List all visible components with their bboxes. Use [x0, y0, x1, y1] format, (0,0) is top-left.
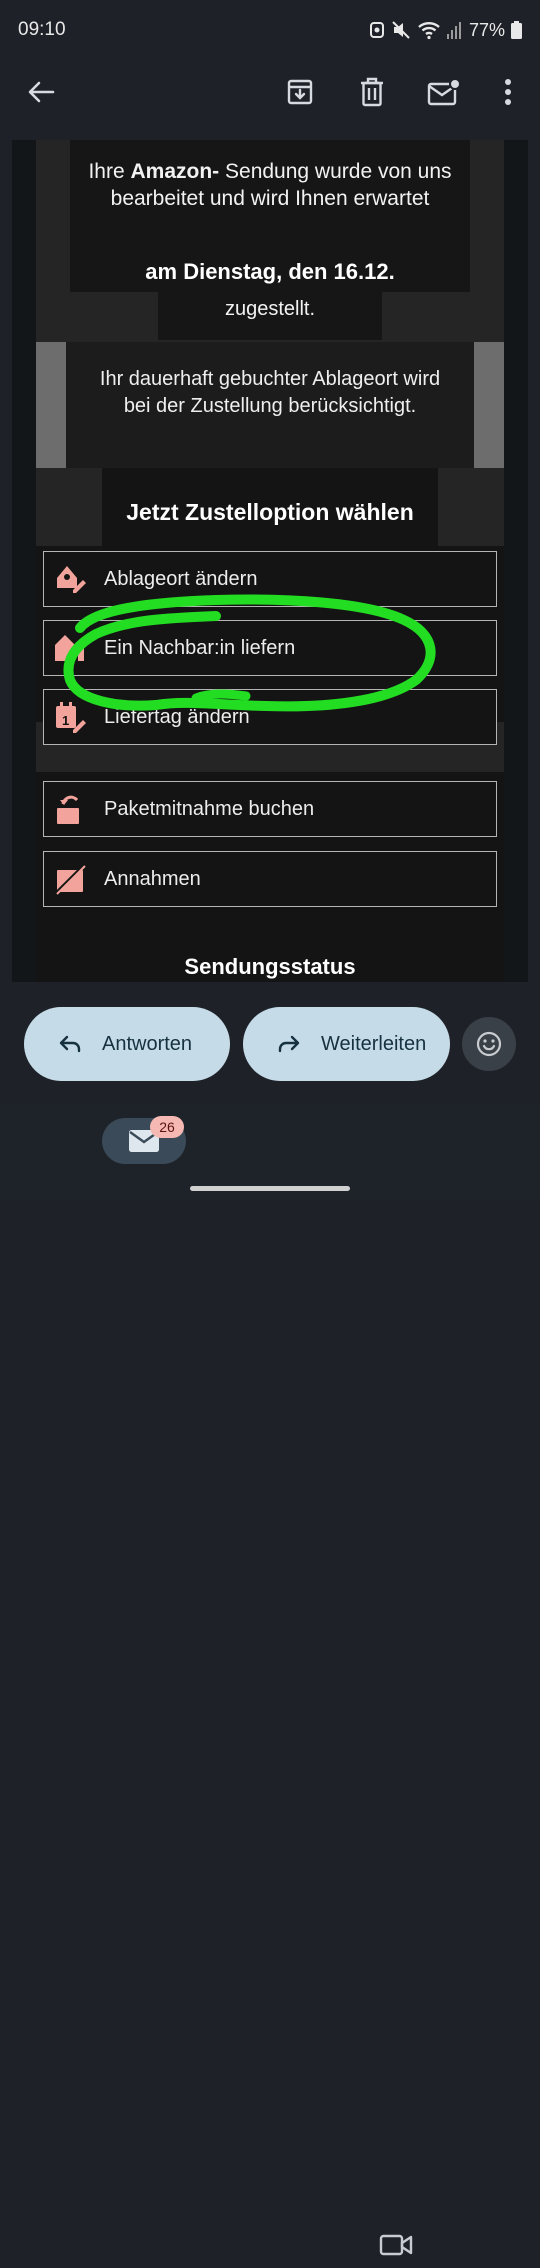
forward-label: Weiterleiten [321, 1032, 427, 1055]
reply-button[interactable]: Antworten [24, 1007, 230, 1081]
storage-text: Ihr dauerhaft gebuchter Ablageort wird b… [99, 368, 441, 417]
reply-icon [59, 1035, 81, 1053]
notification-app-icon [369, 22, 384, 38]
email-body: Ihre Amazon- Sendung wurde von uns bearb… [12, 140, 528, 982]
more-vertical-icon [505, 79, 511, 105]
option-change-day[interactable]: 1 Liefertag ändern [43, 689, 497, 745]
email-content-panel: Ihre Amazon- Sendung wurde von uns bearb… [36, 140, 504, 982]
video-icon [379, 2234, 413, 2256]
option-accept[interactable]: Annahmen [43, 851, 497, 907]
email-toolbar [0, 60, 540, 140]
forward-icon [278, 1035, 300, 1053]
back-button[interactable] [11, 60, 71, 124]
more-options-button[interactable] [478, 60, 538, 124]
reply-label: Antworten [102, 1032, 193, 1055]
battery-icon [511, 21, 522, 39]
signal-icon [446, 22, 461, 39]
delete-button[interactable] [342, 60, 402, 124]
intro-prefix: Ihre [88, 160, 131, 183]
option-neighbour[interactable]: Ein Nachbar:in liefern [43, 620, 497, 676]
divider-right [474, 342, 504, 468]
package-refuse-icon [52, 861, 88, 897]
emoji-reaction-button[interactable] [462, 1017, 516, 1071]
trash-icon [361, 77, 383, 107]
nav-meet-tab[interactable] [374, 2222, 418, 2268]
divider-left [36, 342, 66, 468]
mail-count-badge: 26 [150, 1116, 184, 1138]
svg-text:1: 1 [62, 713, 69, 728]
option-package-pickup[interactable]: Paketmitnahme buchen [43, 781, 497, 837]
emoji-reaction-icon [476, 1031, 502, 1057]
status-time: 09:10 [18, 19, 66, 40]
brand-name: Amazon- [130, 160, 220, 183]
option-label: Annahmen [104, 867, 201, 890]
option-label: Ein Nachbar:in liefern [104, 636, 296, 659]
mark-unread-button[interactable] [414, 60, 474, 124]
forward-button[interactable]: Weiterleiten [243, 1007, 450, 1081]
calendar-edit-icon: 1 [52, 699, 88, 735]
option-label: Liefertag ändern [104, 705, 250, 728]
wifi-icon [418, 22, 440, 40]
status-icons: 77% [369, 18, 522, 42]
neighbour-house-icon [52, 630, 88, 666]
delivered-text: zugestellt. [158, 292, 382, 340]
battery-percentage: 77% [468, 19, 505, 40]
option-change-place[interactable]: Ablageort ändern [43, 551, 497, 607]
storage-notice: Ihr dauerhaft gebuchter Ablageort wird b… [66, 342, 474, 468]
archive-button[interactable] [270, 60, 330, 124]
option-label: Ablageort ändern [104, 567, 258, 590]
option-label: Paketmitnahme buchen [104, 797, 315, 820]
package-return-icon [52, 791, 88, 827]
mute-icon [392, 21, 410, 39]
status-bar: 09:10 77% [0, 0, 540, 60]
place-edit-icon [52, 561, 88, 597]
arrow-left-icon [28, 81, 55, 103]
home-gesture-handle[interactable] [190, 1186, 350, 1191]
options-heading: Jetzt Zustelloption wählen [102, 468, 438, 546]
mail-unread-icon [427, 78, 461, 106]
shipment-status-heading: Sendungsstatus [122, 915, 418, 982]
archive-icon [287, 79, 313, 105]
delivery-date: am Dienstag, den 16.12. [70, 252, 470, 292]
